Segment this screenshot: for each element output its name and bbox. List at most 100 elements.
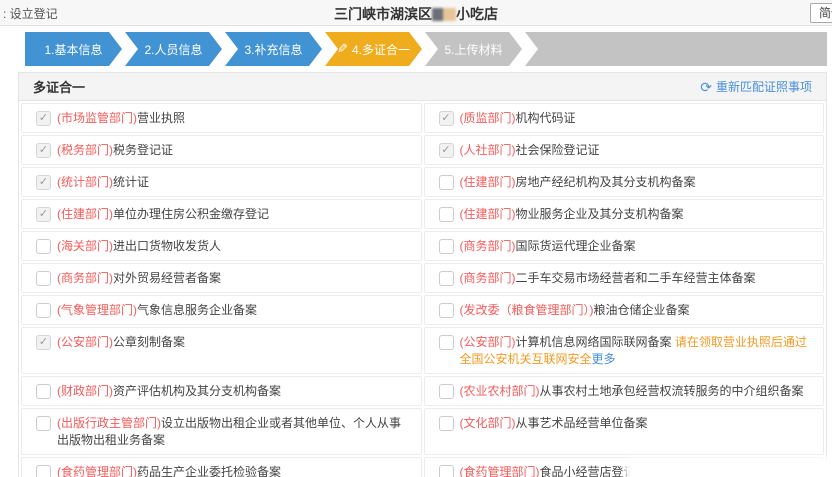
item-department: (气象管理部门) — [57, 303, 137, 317]
item-department: (发改委（粮食管理部门）) — [460, 303, 594, 317]
list-item: (海关部门)进出口货物收发货人 — [21, 231, 422, 261]
item-name: 二手车交易市场经营者和二手车经营主体备案 — [516, 271, 756, 285]
item-name: 物业服务企业及其分支机构备案 — [516, 207, 684, 221]
item-name: 营业执照 — [137, 111, 185, 125]
item-label: (出版行政主管部门)设立出版物出租企业或者其他单位、个人从事出版物出租业务备案 — [57, 415, 413, 449]
item-name: 从事艺术品经营单位备案 — [516, 416, 648, 430]
more-link[interactable]: 更多 — [592, 352, 616, 366]
language-button[interactable]: 简体 — [810, 3, 832, 23]
list-item: (住建部门)物业服务企业及其分支机构备案 — [424, 199, 825, 229]
item-label: (食药管理部门)药品生产企业委托检验备案 — [57, 464, 281, 477]
item-department: (农业农村部门) — [460, 384, 540, 398]
item-department: (住建部门) — [460, 175, 516, 189]
item-department: (住建部门) — [460, 207, 516, 221]
checkbox-unchecked[interactable] — [439, 384, 454, 399]
item-department: (文化部门) — [460, 416, 516, 430]
step-label: 5.上传材料 — [444, 41, 502, 58]
item-label: (公安部门)公章刻制备案 — [57, 334, 185, 351]
list-item: (文化部门)从事艺术品经营单位备案 — [424, 408, 825, 455]
item-label: (人社部门)社会保险登记证 — [460, 142, 600, 159]
step-label: 2.人员信息 — [144, 41, 202, 58]
item-department: (食药管理部门) — [460, 465, 540, 477]
item-department: (公安部门) — [460, 335, 516, 349]
multi-cert-panel: 多证合一 ⟳ 重新匹配证照事项 ✓(市场监管部门)营业执照✓(质监部门)机构代码… — [18, 72, 827, 477]
checkbox-unchecked[interactable] — [439, 335, 454, 350]
item-label: (文化部门)从事艺术品经营单位备案 — [460, 415, 648, 432]
list-item: ✓ (统计部门)统计证 — [21, 167, 422, 197]
checkbox-unchecked[interactable] — [439, 207, 454, 222]
step-label: 1.基本信息 — [44, 41, 102, 58]
checkbox-unchecked[interactable] — [36, 416, 51, 431]
item-name: 机构代码证 — [516, 111, 576, 125]
list-item: ✓(市场监管部门)营业执照 — [21, 103, 422, 133]
page-title-prefix: 三门峡市湖滨区 — [334, 6, 432, 22]
item-department: (商务部门) — [460, 239, 516, 253]
list-item: (财政部门)资产评估机构及其分支机构备案 — [21, 376, 422, 406]
item-department: (公安部门) — [57, 335, 113, 349]
step-label: 4.多证合一 — [352, 41, 410, 58]
page-title-suffix: 小吃店 — [456, 6, 498, 22]
checkbox-checked[interactable]: ✓ — [439, 143, 454, 158]
item-label: (气象管理部门)气象信息服务企业备案 — [57, 302, 257, 319]
list-item: (商务部门)对外贸易经营者备案 — [21, 263, 422, 293]
title-redaction — [432, 8, 456, 21]
pencil-icon: ✎ — [337, 41, 348, 57]
step-2[interactable]: 2.人员信息 — [125, 32, 222, 66]
checkbox-checked[interactable]: ✓ — [439, 111, 454, 126]
item-name: 进出口货物收发货人 — [113, 239, 221, 253]
list-item: (农业农村部门)从事农村土地承包经营权流转服务的中介组织备案 — [424, 376, 825, 406]
list-item: (商务部门)二手车交易市场经营者和二手车经营主体备案 — [424, 263, 825, 293]
list-item: (食药管理部门)食品小经营店登记证(个 — [424, 457, 825, 477]
checkbox-unchecked[interactable] — [439, 465, 454, 477]
item-label: (财政部门)资产评估机构及其分支机构备案 — [57, 383, 281, 400]
step-3[interactable]: 3.补充信息 — [225, 32, 322, 66]
list-item: (公安部门)计算机信息网络国际联网备案 请在领取营业执照后通过全国公安机关互联网… — [424, 327, 825, 374]
checkbox-unchecked[interactable] — [36, 384, 51, 399]
step-label: 3.补充信息 — [244, 41, 302, 58]
rematch-link-label: 重新匹配证照事项 — [716, 78, 812, 95]
item-name: 计算机信息网络国际联网备案 — [516, 335, 672, 349]
checkbox-unchecked[interactable] — [439, 303, 454, 318]
item-department: (海关部门) — [57, 239, 113, 253]
step-1[interactable]: 1.基本信息 — [25, 32, 122, 66]
item-department: (出版行政主管部门) — [57, 416, 161, 430]
checkbox-checked[interactable]: ✓ — [36, 111, 51, 126]
items-grid: ✓(市场监管部门)营业执照✓(质监部门)机构代码证✓(税务部门)税务登记证✓(人… — [19, 101, 826, 477]
item-department: (住建部门) — [57, 207, 113, 221]
item-label: (发改委（粮食管理部门）)粮油仓储企业备案 — [460, 302, 690, 319]
step-5[interactable]: 5.上传材料 — [425, 32, 522, 66]
checkbox-unchecked[interactable] — [36, 465, 51, 477]
checkbox-checked[interactable]: ✓ — [36, 335, 51, 350]
item-name: 从事农村土地承包经营权流转服务的中介组织备案 — [540, 384, 804, 398]
checkbox-checked[interactable]: ✓ — [36, 175, 51, 190]
rematch-link[interactable]: ⟳ 重新匹配证照事项 — [700, 78, 812, 95]
list-item: (气象管理部门)气象信息服务企业备案 — [21, 295, 422, 325]
item-name: 社会保险登记证 — [516, 143, 600, 157]
list-item: (商务部门)国际货运代理企业备案 — [424, 231, 825, 261]
step-4[interactable]: ✎4.多证合一 — [325, 32, 422, 66]
item-name: 粮油仓储企业备案 — [594, 303, 690, 317]
checkbox-checked[interactable]: ✓ — [36, 143, 51, 158]
item-name: 国际货运代理企业备案 — [516, 239, 636, 253]
checkbox-unchecked[interactable] — [439, 175, 454, 190]
item-name: 药品生产企业委托检验备案 — [137, 465, 281, 477]
item-name: 对外贸易经营者备案 — [113, 271, 221, 285]
item-name: 资产评估机构及其分支机构备案 — [113, 384, 281, 398]
list-item: ✓(住建部门)单位办理住房公积金缴存登记 — [21, 199, 422, 229]
item-label: (统计部门)统计证 — [57, 174, 149, 191]
top-bar: : 设立登记 三门峡市湖滨区小吃店 简体 — [0, 0, 832, 26]
checkbox-unchecked[interactable] — [36, 239, 51, 254]
checkbox-unchecked[interactable] — [439, 239, 454, 254]
checkbox-unchecked[interactable] — [36, 303, 51, 318]
item-department: (税务部门) — [57, 143, 113, 157]
checkbox-unchecked[interactable] — [439, 416, 454, 431]
list-item: (住建部门)房地产经纪机构及其分支机构备案 — [424, 167, 825, 197]
item-label: (商务部门)对外贸易经营者备案 — [57, 270, 221, 287]
item-label: (住建部门)房地产经纪机构及其分支机构备案 — [460, 174, 696, 191]
checkbox-checked[interactable]: ✓ — [36, 207, 51, 222]
checkbox-unchecked[interactable] — [439, 271, 454, 286]
refresh-icon: ⟳ — [700, 80, 712, 94]
list-item: (食药管理部门)药品生产企业委托检验备案 — [21, 457, 422, 477]
checkbox-unchecked[interactable] — [36, 271, 51, 286]
item-name: 统计证 — [113, 175, 149, 189]
